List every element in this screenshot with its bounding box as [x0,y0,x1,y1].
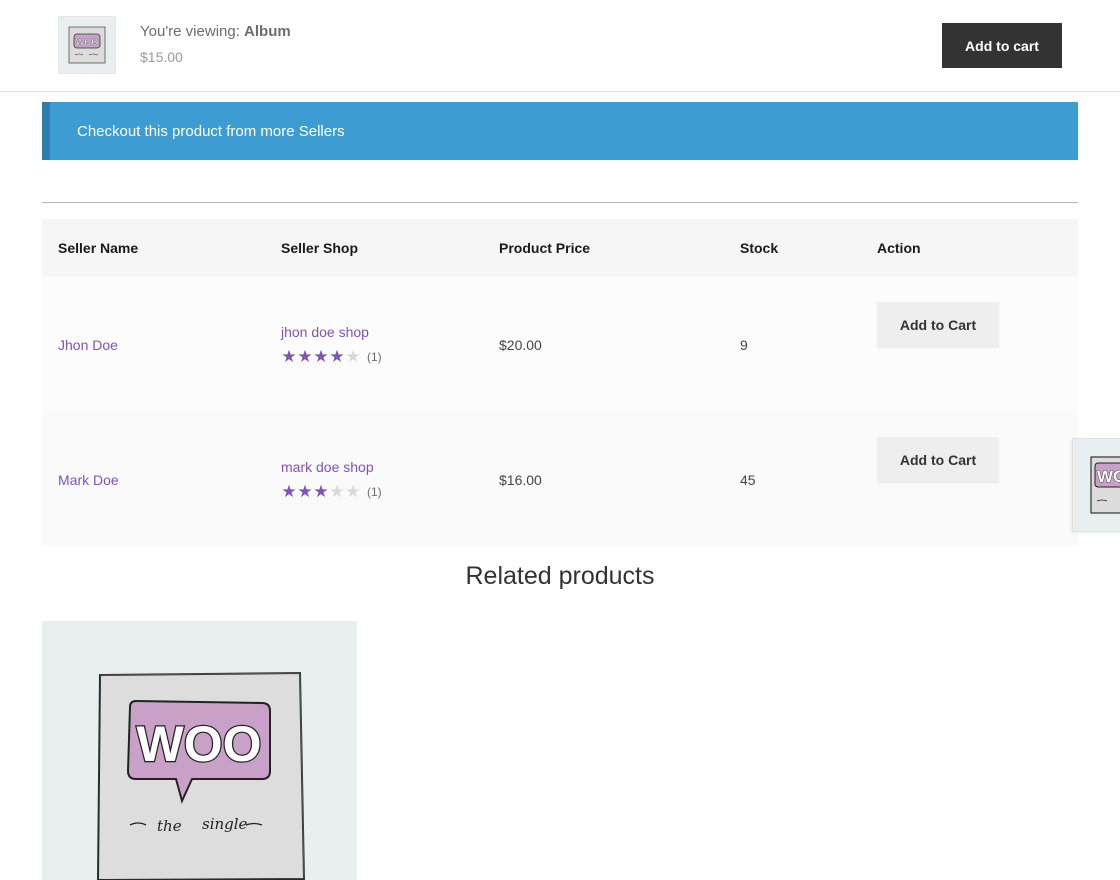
related-products-heading: Related products [465,562,655,590]
rating-count: (1) [367,484,382,499]
header-seller-name: Seller Name [58,239,139,256]
header-product-price: Product Price [499,239,591,256]
table-header: Seller Name Seller Shop Product Price St… [42,219,1078,276]
sticky-product-info: You're viewing: Album $15.00 [140,22,291,67]
sticky-add-to-cart-button[interactable]: Add to cart [942,23,1062,68]
album-logo-text: WOO [137,716,262,772]
star-rating: ★ ★ ★ ★ ★ [281,348,361,365]
viewing-product-name: Album [244,23,291,40]
stock-count: 45 [740,471,756,488]
viewing-label: You're viewing: Album [140,22,291,42]
seller-name-link[interactable]: Mark Doe [58,412,119,547]
header-stock: Stock [740,239,779,256]
woo-single-album-art-icon: WOO the single [96,671,306,880]
table-row: Mark Doe mark doe shop ★ ★ ★ ★ ★ (1) $16… [42,411,1078,546]
add-to-cart-button[interactable]: Add to Cart [877,302,999,347]
shop-name-link[interactable]: mark doe shop [281,458,374,476]
album-caption-right: single [202,815,248,833]
album-caption-left: the [157,817,182,835]
header-action: Action [877,239,921,256]
rating-count: (1) [367,349,382,364]
woo-side-thumbnail-icon: WOO [1090,456,1120,514]
side-logo-text: WOO [1097,467,1120,486]
product-thumbnail: WOO [58,16,116,74]
star-icon: ★ [297,482,313,501]
stock-count: 9 [740,336,748,353]
shop-rating: ★ ★ ★ ★ ★ (1) [281,348,382,365]
sellers-table: Seller Name Seller Shop Product Price St… [42,219,1078,546]
header-seller-shop: Seller Shop [281,239,359,256]
shop-rating: ★ ★ ★ ★ ★ (1) [281,483,382,500]
star-icon: ★ [313,482,329,501]
shop-name-link[interactable]: jhon doe shop [281,323,369,341]
star-icon: ★ [297,347,313,366]
add-to-cart-button[interactable]: Add to Cart [877,437,999,482]
table-row: Jhon Doe jhon doe shop ★ ★ ★ ★ ★ (1) $20… [42,276,1078,411]
star-icon: ★ [345,347,361,366]
sticky-price: $15.00 [140,49,183,65]
sticky-add-to-cart-bar: WOO You're viewing: Album $15.00 Add to … [0,0,1120,92]
star-icon: ★ [313,347,329,366]
star-icon: ★ [281,482,297,501]
star-rating: ★ ★ ★ ★ ★ [281,483,361,500]
seller-name-link[interactable]: Jhon Doe [58,277,118,412]
product-price: $16.00 [499,471,542,488]
star-icon: ★ [281,347,297,366]
star-icon: ★ [329,347,345,366]
star-icon: ★ [345,482,361,501]
thumb-logo-text: WOO [76,37,99,47]
product-price: $20.00 [499,336,542,353]
section-divider [42,202,1078,203]
viewing-prefix: You're viewing: [140,23,245,40]
star-icon: ★ [329,482,345,501]
related-product-image[interactable]: WOO the single [42,621,357,880]
woo-album-thumbnail-icon: WOO [68,26,106,64]
more-sellers-notice: Checkout this product from more Sellers [42,102,1078,160]
floating-product-widget[interactable]: WOO [1072,438,1120,532]
notice-text: Checkout this product from more Sellers [77,122,345,140]
